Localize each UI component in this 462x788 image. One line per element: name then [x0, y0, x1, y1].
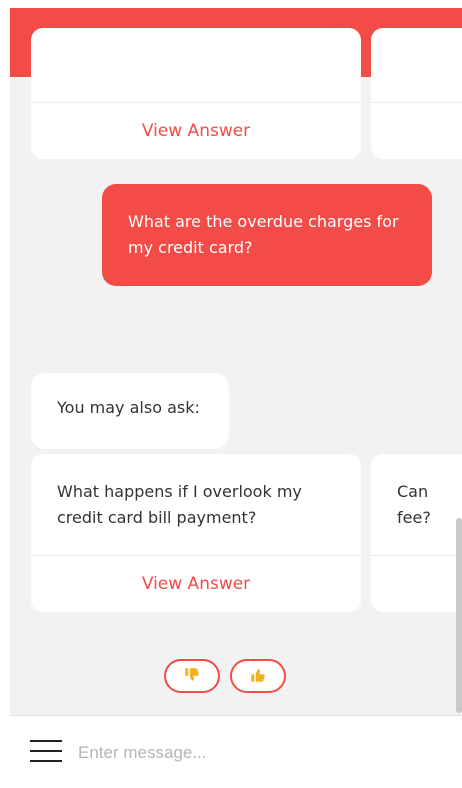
chat-window: digibot View Answer What are the overdue… — [10, 8, 462, 788]
user-message-bubble: What are the overdue charges for my cred… — [102, 184, 432, 286]
top-answer-card-next — [371, 28, 462, 159]
card-divider — [31, 102, 361, 103]
suggestion-question: What happens if I overlook my credit car… — [57, 482, 302, 527]
suggestion-question: Can fee? — [397, 482, 431, 527]
view-answer-button[interactable]: View Answer — [31, 121, 361, 141]
like-button[interactable] — [230, 659, 286, 693]
dislike-button[interactable] — [164, 659, 220, 693]
thumbs-up-icon — [249, 666, 267, 687]
card-divider — [371, 102, 462, 103]
chat-scrollbar[interactable] — [456, 518, 462, 713]
thumbs-down-icon — [183, 666, 201, 687]
suggestion-card-next[interactable]: Can fee? — [371, 454, 462, 612]
bot-message-bubble: You may also ask: — [31, 373, 229, 449]
message-input-bar — [10, 715, 462, 788]
view-answer-button[interactable]: View Answer — [31, 574, 361, 594]
card-divider — [31, 555, 361, 556]
bot-message-text: You may also ask: — [57, 398, 200, 417]
top-answer-card: View Answer — [31, 28, 361, 159]
suggestion-card: What happens if I overlook my credit car… — [31, 454, 361, 612]
menu-icon[interactable] — [30, 738, 62, 764]
message-input[interactable] — [78, 736, 438, 770]
user-message-text: What are the overdue charges for my cred… — [128, 212, 399, 257]
card-divider — [371, 555, 462, 556]
